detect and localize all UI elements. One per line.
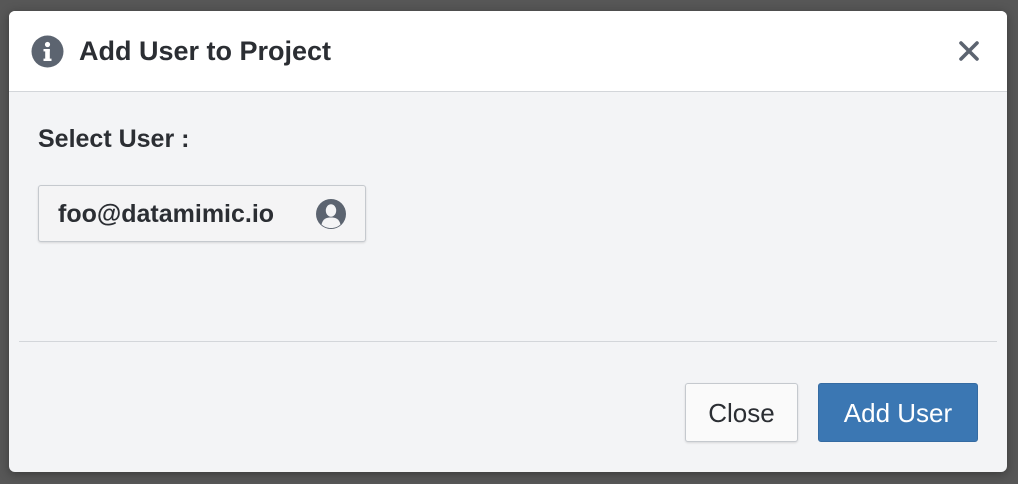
dialog-body: Select User : foo@datamimic.io: [9, 92, 1007, 341]
close-icon[interactable]: [957, 39, 981, 63]
info-icon: [31, 35, 64, 68]
add-user-dialog: Add User to Project Select User : foo@da…: [9, 11, 1007, 472]
select-user-label: Select User :: [38, 125, 190, 153]
close-button[interactable]: Close: [685, 383, 798, 442]
selected-user-chip[interactable]: foo@datamimic.io: [38, 185, 366, 242]
user-avatar-icon: [316, 199, 346, 229]
dialog-header: Add User to Project: [9, 11, 1007, 92]
footer-divider: [19, 341, 997, 342]
dialog-title: Add User to Project: [79, 36, 332, 66]
add-user-button[interactable]: Add User: [818, 383, 978, 442]
user-email: foo@datamimic.io: [58, 200, 275, 228]
modal-backdrop: Add User to Project Select User : foo@da…: [0, 0, 1018, 484]
